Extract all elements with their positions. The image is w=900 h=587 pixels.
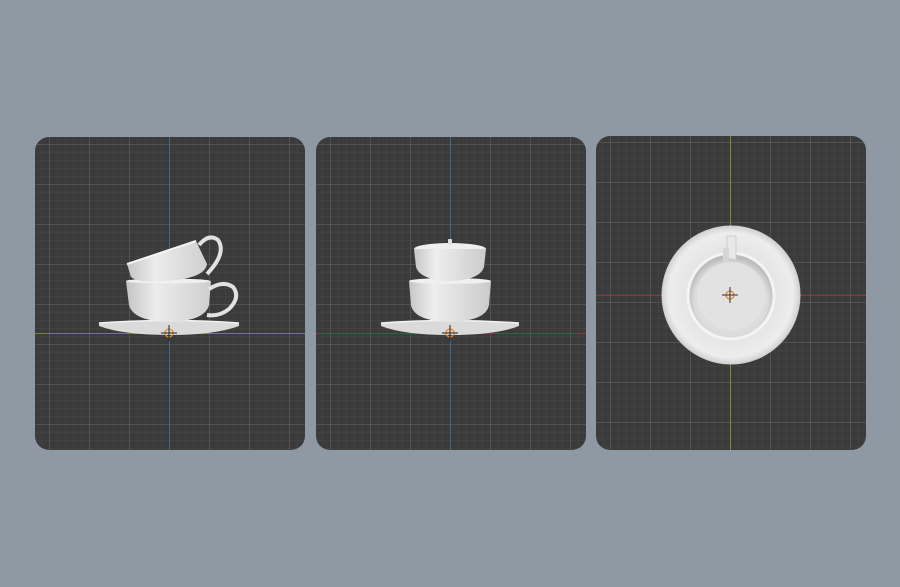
top-scene	[661, 225, 801, 365]
viewport-front[interactable]	[35, 137, 305, 450]
teacup-lower[interactable]	[126, 278, 239, 323]
viewport-top[interactable]	[596, 136, 866, 450]
teacup-lower[interactable]	[409, 278, 491, 322]
front-scene	[98, 235, 240, 341]
teacup-upper[interactable]	[126, 235, 223, 282]
viewport-side[interactable]	[316, 137, 586, 450]
teacup-upper[interactable]	[414, 239, 486, 281]
side-scene	[380, 239, 520, 341]
